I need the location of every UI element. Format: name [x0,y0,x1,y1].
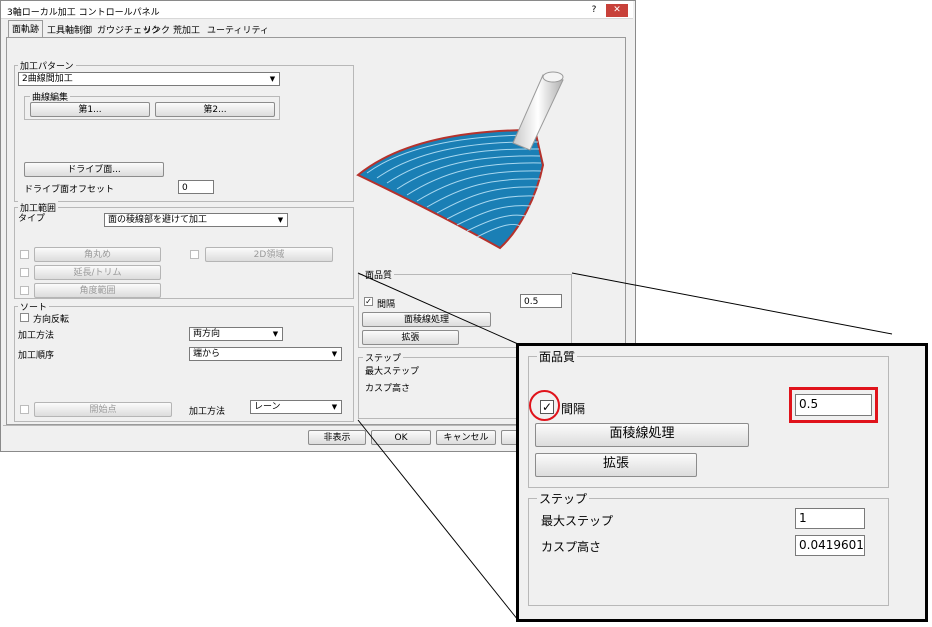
zoom-expand-button[interactable]: 拡張 [535,453,697,477]
zoom-max-step-input[interactable]: 1 [795,508,865,529]
zoom-cusp-height-label: カスプ高さ [541,540,602,554]
zoom-max-step-label: 最大ステップ [541,514,614,528]
zoom-step-label: ステップ [537,490,590,507]
zoom-quality-label: 面品質 [537,348,578,365]
zoom-inset: 面品質 ✓ 間隔 0.5 面稜線処理 拡張 ステップ 最大ステップ 1 カスプ高… [516,343,928,622]
zoom-cusp-height-input[interactable]: 0.0419601 [795,535,865,556]
highlight-circle [529,390,560,421]
zoom-interval-input[interactable]: 0.5 [795,394,872,416]
zoom-edge-processing-button[interactable]: 面稜線処理 [535,423,749,447]
zoom-interval-label: 間隔 [561,402,586,416]
